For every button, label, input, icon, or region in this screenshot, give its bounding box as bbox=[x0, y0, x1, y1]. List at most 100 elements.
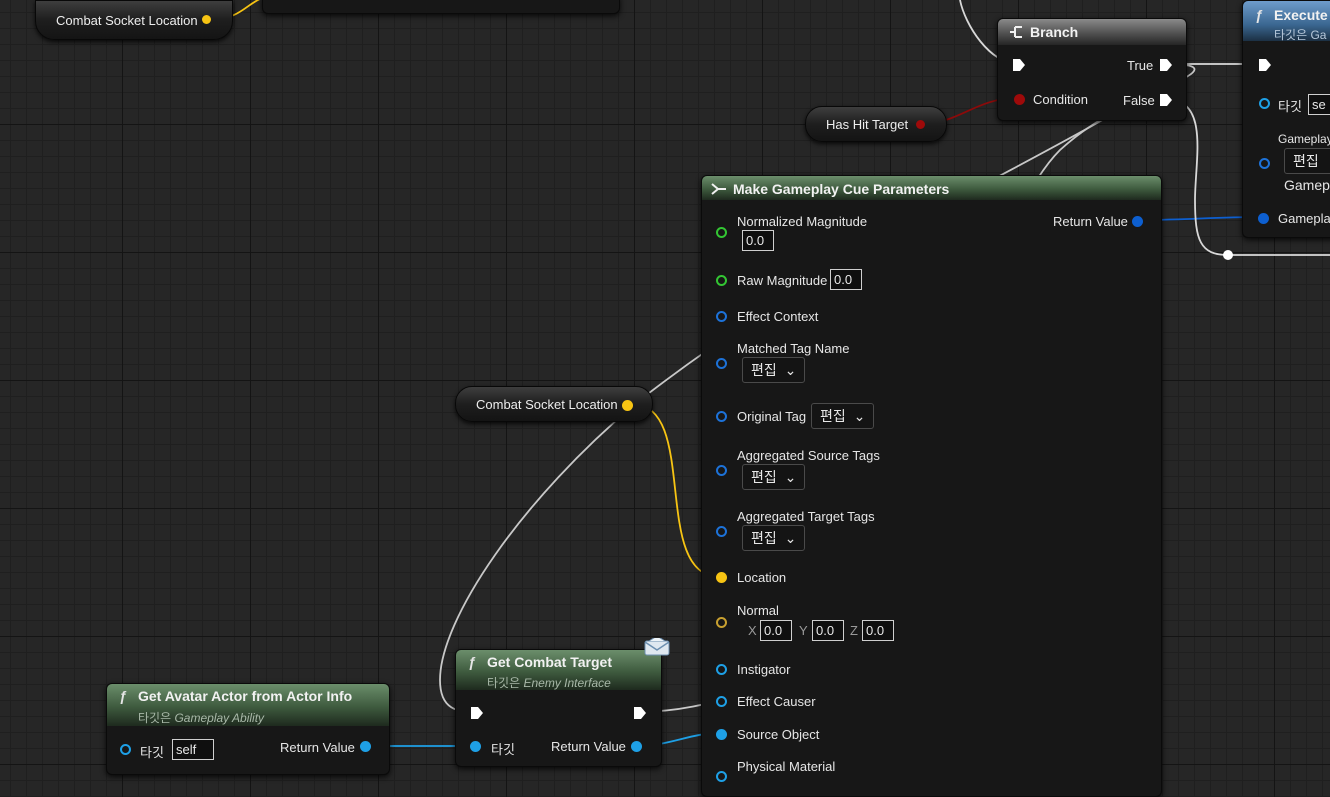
matched-tag-name-dropdown[interactable]: 편집 ⌄ bbox=[742, 357, 806, 383]
raw-magnitude-pin[interactable] bbox=[716, 275, 727, 286]
false-exec-pin[interactable] bbox=[1159, 93, 1173, 107]
matched-tag-name-pin[interactable] bbox=[716, 358, 727, 369]
make-gameplay-cue-parameters-node[interactable]: Make Gameplay Cue Parameters Normalized … bbox=[701, 175, 1162, 797]
instigator-label: Instigator bbox=[737, 662, 791, 677]
subtitle-prefix: 타깃은 bbox=[487, 676, 524, 690]
instigator-pin[interactable] bbox=[716, 664, 727, 675]
node-title: Branch bbox=[1030, 24, 1079, 40]
target-input-pin[interactable] bbox=[120, 744, 131, 755]
normal-y-label: Y bbox=[799, 623, 808, 638]
normal-pin[interactable] bbox=[716, 617, 727, 628]
node-title: Execute bbox=[1274, 7, 1328, 23]
get-combat-target-node[interactable]: ƒ Get Combat Target 타깃은 Enemy Interface … bbox=[455, 638, 670, 767]
normalized-magnitude-label: Normalized Magnitude bbox=[737, 214, 868, 229]
node-label: Has Hit Target bbox=[826, 117, 909, 132]
target-input[interactable]: self bbox=[172, 739, 214, 760]
gameplay-label: Gameplay bbox=[1278, 132, 1330, 146]
node-header: Make Gameplay Cue Parameters bbox=[702, 176, 1161, 200]
return-value-label: Return Value bbox=[280, 740, 355, 755]
gamep-label: Gamep bbox=[1284, 177, 1330, 193]
gameplay-tag-pin[interactable] bbox=[1259, 158, 1270, 169]
envelope-icon bbox=[644, 638, 670, 656]
aggregated-target-tags-label: Aggregated Target Tags bbox=[737, 509, 875, 524]
top-partial-node[interactable] bbox=[262, 0, 620, 14]
node-header: ƒ Get Combat Target 타깃은 Enemy Interface bbox=[456, 650, 661, 690]
node-title: Make Gameplay Cue Parameters bbox=[733, 181, 950, 197]
normal-y-input[interactable]: 0.0 bbox=[812, 620, 844, 641]
effect-causer-label: Effect Causer bbox=[737, 694, 816, 709]
effect-context-pin[interactable] bbox=[716, 311, 727, 322]
location-output-pin[interactable] bbox=[202, 15, 211, 24]
normal-z-input[interactable]: 0.0 bbox=[862, 620, 894, 641]
bool-output-pin[interactable] bbox=[916, 120, 925, 129]
exec-input-pin[interactable] bbox=[1012, 58, 1026, 72]
dropdown-value: 편집 bbox=[751, 530, 777, 546]
false-label: False bbox=[1123, 93, 1155, 108]
true-label: True bbox=[1127, 58, 1154, 73]
normalized-magnitude-pin[interactable] bbox=[716, 227, 727, 238]
function-icon: ƒ bbox=[119, 688, 127, 704]
node-title: Get Combat Target bbox=[487, 654, 612, 670]
source-object-label: Source Object bbox=[737, 727, 820, 742]
target-label: 타깃 bbox=[1278, 99, 1302, 114]
top-combat-socket-location-node[interactable]: Combat Socket Location bbox=[35, 0, 233, 40]
execute-node[interactable]: ƒ Execute 타깃은 Ga 타깃 se Gameplay 편집 Gamep… bbox=[1242, 0, 1330, 238]
combat-socket-location-node[interactable]: Combat Socket Location bbox=[455, 386, 653, 422]
condition-label: Condition bbox=[1033, 92, 1088, 107]
aggregated-source-tags-dropdown[interactable]: 편집 ⌄ bbox=[742, 464, 806, 490]
subtitle-prefix: 타깃은 bbox=[138, 711, 175, 725]
raw-magnitude-label: Raw Magnitude bbox=[737, 273, 828, 288]
return-value-pin[interactable] bbox=[1132, 216, 1143, 227]
subtitle-value: Enemy Interface bbox=[523, 676, 611, 690]
return-value-pin[interactable] bbox=[631, 741, 642, 752]
normal-x-label: X bbox=[748, 623, 757, 638]
normal-x-input[interactable]: 0.0 bbox=[760, 620, 792, 641]
gameplay-tag-dropdown[interactable]: 편집 bbox=[1284, 148, 1330, 174]
effect-causer-pin[interactable] bbox=[716, 696, 727, 707]
subtitle-value: Gameplay Ability bbox=[174, 711, 265, 725]
original-tag-pin[interactable] bbox=[716, 411, 727, 422]
exec-output-pin[interactable] bbox=[633, 706, 647, 720]
node-title: Get Avatar Actor from Actor Info bbox=[138, 688, 353, 704]
aggregated-source-tags-label: Aggregated Source Tags bbox=[737, 448, 880, 463]
target-input-pin[interactable] bbox=[1259, 98, 1270, 109]
node-header: ƒ Get Avatar Actor from Actor Info 타깃은 G… bbox=[107, 684, 389, 726]
target-input-pin[interactable] bbox=[470, 741, 481, 752]
target-label: 타깃 bbox=[491, 742, 515, 757]
node-label: Combat Socket Location bbox=[476, 397, 618, 412]
normal-z-label: Z bbox=[850, 623, 858, 638]
true-exec-pin[interactable] bbox=[1159, 58, 1173, 72]
chevron-down-icon: ⌄ bbox=[784, 469, 797, 485]
condition-input-pin[interactable] bbox=[1014, 94, 1025, 105]
dropdown-value: 편집 bbox=[820, 408, 846, 424]
source-object-pin[interactable] bbox=[716, 729, 727, 740]
location-output-pin[interactable] bbox=[622, 400, 633, 411]
original-tag-label: Original Tag bbox=[737, 409, 807, 424]
node-subtitle: 타깃은 Enemy Interface bbox=[487, 674, 611, 691]
normal-label: Normal bbox=[737, 603, 779, 618]
physical-material-pin[interactable] bbox=[716, 771, 727, 782]
function-icon: ƒ bbox=[1255, 7, 1263, 23]
chevron-down-icon: ⌄ bbox=[784, 530, 797, 546]
exec-input-pin[interactable] bbox=[470, 706, 484, 720]
node-subtitle: 타깃은 Gameplay Ability bbox=[138, 709, 264, 726]
cue-parameters-pin[interactable] bbox=[1258, 213, 1269, 224]
raw-magnitude-input[interactable]: 0.0 bbox=[830, 269, 862, 290]
return-value-pin[interactable] bbox=[360, 741, 371, 752]
branch-node[interactable]: Branch True Condition False bbox=[997, 18, 1187, 121]
aggregated-source-tags-pin[interactable] bbox=[716, 465, 727, 476]
original-tag-dropdown[interactable]: 편집 ⌄ bbox=[811, 403, 875, 429]
exec-input-pin[interactable] bbox=[1258, 58, 1272, 72]
location-input-pin[interactable] bbox=[716, 572, 727, 583]
get-avatar-actor-node[interactable]: ƒ Get Avatar Actor from Actor Info 타깃은 G… bbox=[106, 683, 390, 775]
matched-tag-name-label: Matched Tag Name bbox=[737, 341, 850, 356]
target-input[interactable]: se bbox=[1308, 94, 1330, 115]
struct-icon bbox=[711, 183, 726, 195]
aggregated-target-tags-dropdown[interactable]: 편집 ⌄ bbox=[742, 525, 806, 551]
node-header: Branch bbox=[998, 19, 1186, 45]
reroute-node bbox=[1223, 250, 1233, 260]
normalized-magnitude-input[interactable]: 0.0 bbox=[742, 230, 774, 251]
dropdown-value: 편집 bbox=[751, 362, 777, 378]
aggregated-target-tags-pin[interactable] bbox=[716, 526, 727, 537]
has-hit-target-node[interactable]: Has Hit Target bbox=[805, 106, 947, 142]
